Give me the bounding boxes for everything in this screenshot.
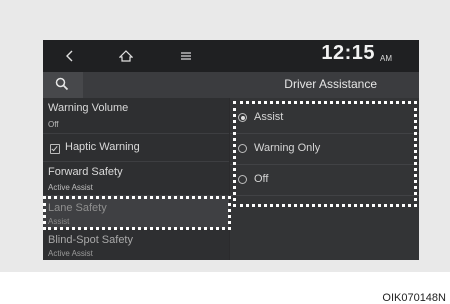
item-value: Off — [48, 120, 59, 129]
list-item-haptic-warning[interactable]: Haptic Warning — [43, 134, 229, 162]
clock-ampm: AM — [380, 54, 392, 63]
settings-list: Warning Volume Off Haptic Warning Forwar… — [43, 98, 229, 260]
options-highlight-box — [233, 101, 417, 207]
clock-time: 12:15 — [321, 42, 375, 64]
lane-safety-highlight-box — [43, 196, 231, 230]
home-icon[interactable] — [115, 46, 137, 66]
item-value: Active Assist — [48, 183, 93, 192]
search-icon — [55, 77, 69, 91]
item-label: Warning Volume — [48, 102, 129, 114]
search-button[interactable] — [43, 72, 83, 98]
item-label: Forward Safety — [48, 166, 123, 178]
status-bar: 12:15 AM — [43, 40, 419, 72]
list-item-warning-volume[interactable]: Warning Volume Off — [43, 98, 229, 134]
back-icon[interactable] — [59, 46, 81, 66]
list-item-blind-spot-safety[interactable]: Blind-Spot Safety Active Assist — [43, 229, 229, 260]
list-item-forward-safety[interactable]: Forward Safety Active Assist — [43, 162, 229, 196]
figure-frame: 12:15 AM Driver Assistance Warning Volum… — [0, 0, 450, 272]
infotainment-screen: 12:15 AM Driver Assistance Warning Volum… — [43, 40, 419, 260]
item-label: Haptic Warning — [65, 141, 140, 153]
figure-caption: OIK070148N — [382, 292, 446, 304]
menu-icon[interactable] — [175, 46, 197, 66]
page-title: Driver Assistance — [284, 77, 377, 91]
item-value: Active Assist — [48, 249, 93, 258]
haptic-warning-checkbox[interactable] — [50, 144, 60, 154]
title-bar: Driver Assistance — [43, 72, 419, 98]
item-label: Blind-Spot Safety — [48, 234, 133, 246]
